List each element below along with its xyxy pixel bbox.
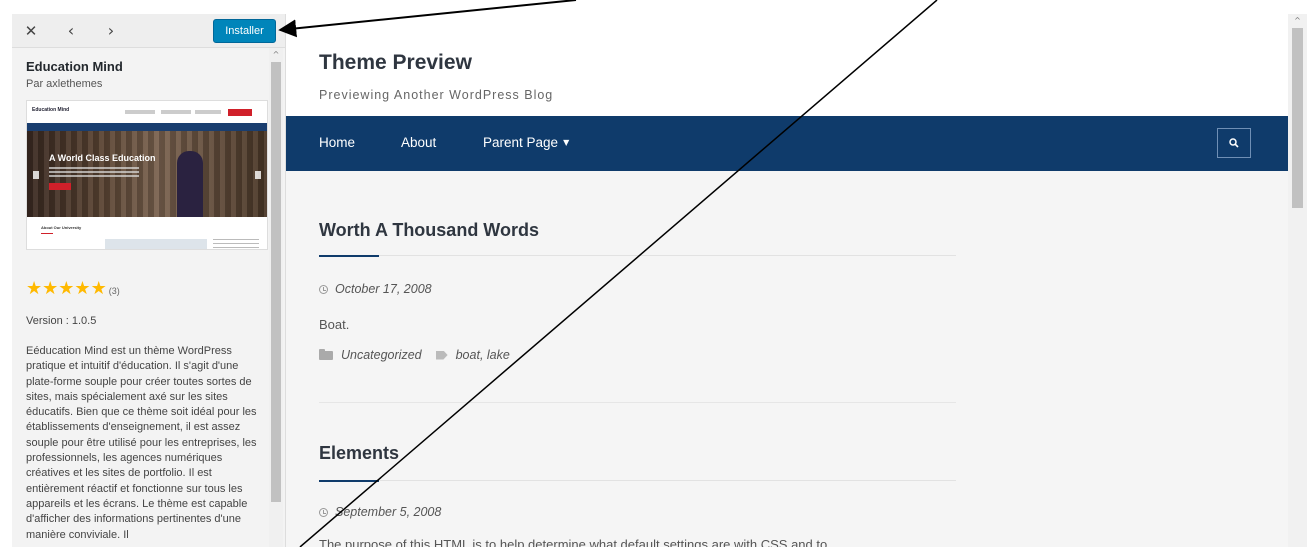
post-title[interactable]: Worth A Thousand Words [319, 220, 539, 241]
search-icon [1229, 138, 1239, 148]
post-category-link[interactable]: Uncategorized [341, 348, 422, 362]
screenshot-hero-person [177, 151, 203, 217]
screenshot-contact-block [125, 110, 155, 114]
customizer-toolbar: ✕ ‹ › Installer [12, 14, 285, 48]
screenshot-nav [27, 123, 267, 131]
theme-description: Eéducation Mind est un thème WordPress p… [26, 345, 257, 541]
post-title-underline [319, 480, 379, 482]
tag-icon [435, 350, 448, 360]
close-icon[interactable]: ✕ [16, 14, 46, 47]
sidebar-scrollbar[interactable]: ^ [269, 48, 283, 547]
chevron-right-icon[interactable]: › [96, 14, 126, 47]
site-title[interactable]: Theme Preview [319, 51, 472, 75]
post-title-rule [379, 255, 956, 256]
theme-screenshot: Education Mind A World Class Education A… [26, 100, 268, 250]
post-title-rule [379, 480, 956, 481]
post-title[interactable]: Elements [319, 443, 399, 464]
sidebar-scroll-thumb[interactable] [271, 62, 281, 502]
theme-author: Par axlethemes [26, 78, 103, 90]
screenshot-hero-button [49, 183, 71, 190]
screenshot-hero-subtitle [49, 167, 139, 177]
scroll-up-icon[interactable]: ^ [269, 48, 283, 60]
screenshot-arrow-left [33, 171, 39, 179]
preview-scroll-thumb[interactable] [1292, 28, 1303, 208]
screenshot-side-text [213, 239, 259, 249]
screenshot-about-image [105, 239, 207, 249]
screenshot-cta [228, 109, 252, 116]
nav-item-home[interactable]: Home [319, 135, 355, 150]
post-date[interactable]: October 17, 2008 [319, 282, 432, 296]
nav-item-about[interactable]: About [401, 135, 436, 150]
post-title-underline [319, 255, 379, 257]
theme-name: Education Mind [26, 59, 123, 74]
nav-item-label: Parent Page [483, 135, 559, 150]
install-button[interactable]: Installer [213, 19, 276, 43]
chevron-left-icon[interactable]: ‹ [56, 14, 86, 47]
star-icon: ★ [58, 278, 75, 299]
post-tags-link[interactable]: boat, lake [456, 348, 510, 362]
theme-preview-frame: Theme Preview Previewing Another WordPre… [286, 14, 1307, 547]
screenshot-hero-title: A World Class Education [49, 153, 156, 163]
screenshot-logo: Education Mind [32, 107, 70, 113]
theme-version: Version : 1.0.5 [26, 315, 97, 327]
star-icon: ★ [90, 278, 107, 299]
preview-scrollbar[interactable]: ^ [1288, 14, 1307, 547]
screenshot-about-heading: About Our University [41, 225, 82, 230]
screenshot-arrow-right [255, 171, 261, 179]
site-description: Previewing Another WordPress Blog [319, 88, 554, 102]
post-excerpt: The purpose of this HTML is to help dete… [319, 537, 828, 547]
scroll-up-icon[interactable]: ^ [1288, 14, 1307, 26]
theme-rating: ★ ★ ★ ★ ★ (3) [26, 280, 120, 298]
search-button[interactable] [1217, 128, 1251, 158]
folder-icon [319, 348, 333, 360]
nav-item-parent-page[interactable]: Parent Page ▼ [483, 135, 569, 150]
screenshot-hero: A World Class Education [27, 131, 267, 217]
star-icon: ★ [74, 278, 91, 299]
screenshot-about-underline [41, 233, 53, 234]
caret-down-icon: ▼ [563, 138, 570, 147]
screenshot-contact-block [161, 110, 191, 114]
clock-icon [319, 507, 328, 517]
clock-icon [319, 284, 328, 294]
post-meta: Uncategorized boat, lake [319, 348, 510, 362]
rating-count: (3) [108, 286, 120, 296]
screenshot-header: Education Mind [27, 101, 267, 123]
star-icon: ★ [26, 278, 43, 299]
post-excerpt: Boat. [319, 317, 350, 332]
star-icon: ★ [42, 278, 59, 299]
post-date[interactable]: September 5, 2008 [319, 505, 441, 519]
screenshot-contact-block [195, 110, 221, 114]
post-separator [319, 402, 956, 403]
post-date-text: September 5, 2008 [335, 505, 442, 519]
customizer-sidebar: ✕ ‹ › Installer Education Mind Par axlet… [12, 14, 286, 547]
post-date-text: October 17, 2008 [335, 282, 432, 296]
site-header: Theme Preview Previewing Another WordPre… [286, 14, 1288, 116]
main-navigation: Home About Parent Page ▼ [286, 116, 1288, 171]
